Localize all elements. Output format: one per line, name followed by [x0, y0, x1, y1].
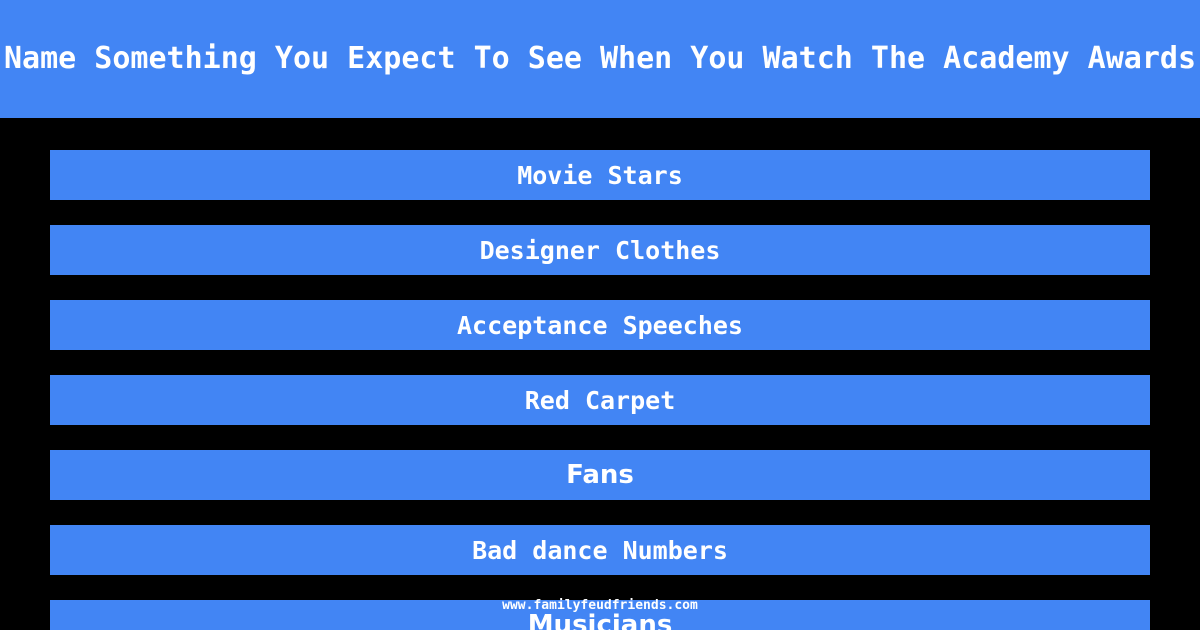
answer-row[interactable]: Fans: [50, 450, 1150, 500]
question-banner: Name Something You Expect To See When Yo…: [0, 0, 1200, 118]
question-title: Name Something You Expect To See When Yo…: [3, 41, 1197, 76]
answer-label: Acceptance Speeches: [457, 310, 743, 340]
answer-row[interactable]: Acceptance Speeches: [50, 300, 1150, 350]
answer-list: Movie Stars Designer Clothes Acceptance …: [50, 150, 1150, 630]
answer-label: Bad dance Numbers: [472, 535, 728, 565]
answer-label: Musicians: [527, 610, 673, 630]
answer-row[interactable]: Red Carpet: [50, 375, 1150, 425]
answer-label: Red Carpet: [524, 385, 676, 415]
answer-label: Designer Clothes: [479, 235, 721, 265]
answer-label: Fans: [566, 460, 634, 490]
answer-row[interactable]: Bad dance Numbers: [50, 525, 1150, 575]
answer-row[interactable]: Musicians: [50, 600, 1150, 630]
answer-label: Movie Stars: [517, 160, 683, 190]
answer-row[interactable]: Designer Clothes: [50, 225, 1150, 275]
family-feud-answer-card: Name Something You Expect To See When Yo…: [0, 0, 1200, 630]
answer-row[interactable]: Movie Stars: [50, 150, 1150, 200]
